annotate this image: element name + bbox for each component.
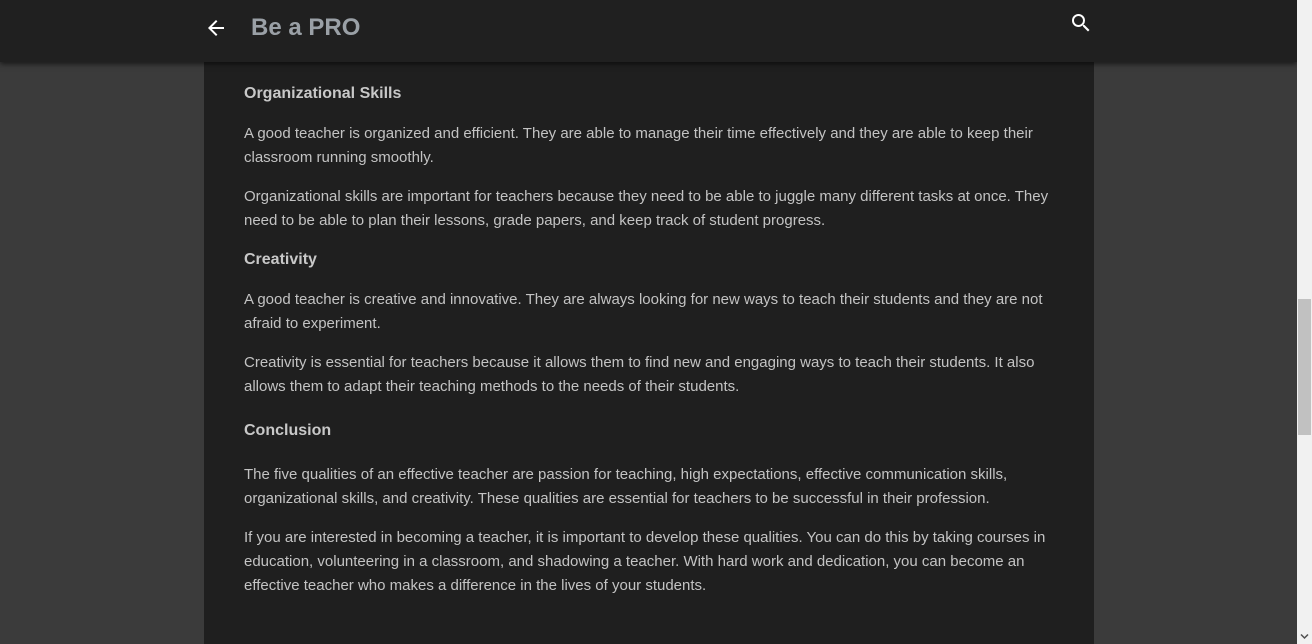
scrollbar-thumb[interactable] — [1298, 299, 1311, 435]
paragraph: A good teacher is creative and innovativ… — [244, 291, 1043, 332]
app-title: Be a PRO — [251, 14, 361, 41]
paragraph: The five qualities of an effective teach… — [244, 466, 1008, 507]
paragraph: Creativity is essential for teachers bec… — [244, 354, 1035, 395]
paragraph: Organizational skills are important for … — [244, 188, 1049, 229]
section-heading-conclusion: Conclusion — [244, 422, 332, 439]
paragraph: A good teacher is organized and efficien… — [244, 125, 1033, 166]
section-heading-creativity: Creativity — [244, 251, 317, 268]
vertical-scrollbar[interactable] — [1297, 0, 1312, 644]
paragraph: If you are interested in becoming a teac… — [244, 529, 1046, 594]
page: effectively. Organizational Skills A goo… — [0, 0, 1312, 644]
top-app-bar: Be a PRO — [0, 0, 1297, 62]
section-heading-organizational-skills: Organizational Skills — [244, 85, 402, 102]
article-content: effectively. Organizational Skills A goo… — [244, 43, 1056, 598]
search-icon — [1072, 14, 1090, 32]
scroll-down-button[interactable] — [1297, 629, 1312, 644]
search-button[interactable] — [1069, 11, 1093, 35]
article-body: effectively. Organizational Skills A goo… — [204, 0, 1094, 644]
back-button[interactable] — [204, 16, 228, 40]
chevron-down-icon — [1300, 633, 1309, 640]
arrow-back-icon — [208, 20, 224, 36]
